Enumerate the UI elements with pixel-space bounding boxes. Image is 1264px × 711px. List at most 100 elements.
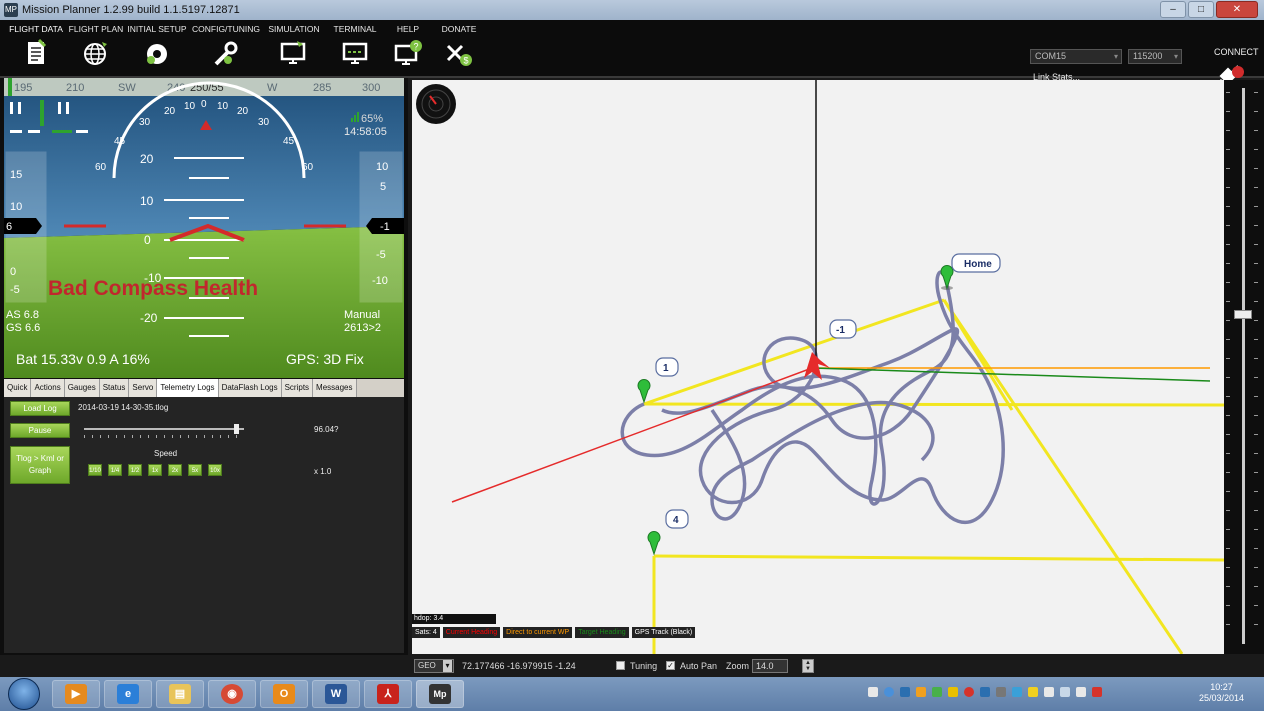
menu-simulation[interactable]: SIMULATION xyxy=(264,24,324,76)
tray-icon[interactable] xyxy=(884,687,894,697)
speed-label: Speed xyxy=(154,449,178,458)
taskbar-clock[interactable]: 10:27 25/03/2014 xyxy=(1199,682,1244,704)
roll-label: 0 xyxy=(201,99,207,110)
tab-status[interactable]: Status xyxy=(99,379,130,397)
tray-icon[interactable] xyxy=(932,687,942,697)
speed-button[interactable]: 2x xyxy=(168,464,182,476)
taskbar-chrome[interactable]: ◉ xyxy=(208,680,256,708)
start-orb-icon[interactable] xyxy=(8,678,40,710)
volume-icon[interactable] xyxy=(1092,687,1102,697)
zoom-stepper[interactable]: ▲ ▼ xyxy=(802,659,814,673)
heading-label: 285 xyxy=(313,82,331,94)
menu-config-tuning[interactable]: CONFIG/TUNING xyxy=(192,24,260,76)
taskbar-file-explorer[interactable]: ▤ xyxy=(156,680,204,708)
taskbar-media-player[interactable]: ▶ xyxy=(52,680,100,708)
menu-terminal[interactable]: TERMINAL xyxy=(330,24,380,76)
taskbar-acrobat[interactable]: ⅄ xyxy=(364,680,412,708)
waypoint-marker-4[interactable]: 4 xyxy=(647,509,689,556)
battery-icon[interactable] xyxy=(1060,687,1070,697)
menu-flight-plan-label: FLIGHT PLAN xyxy=(68,24,124,34)
zoom-slider-thumb[interactable] xyxy=(1234,310,1252,319)
menu-flight-plan[interactable]: FLIGHT PLAN xyxy=(68,24,124,76)
load-log-button[interactable]: Load Log xyxy=(10,401,70,416)
clock-time: 10:27 xyxy=(1210,682,1233,692)
map-view[interactable]: Home 1 -1 4 hdop: 3.4 Sats: 4 Current He… xyxy=(412,80,1224,654)
speed-label: -5 xyxy=(10,284,20,296)
roll-label: 10 xyxy=(184,101,196,112)
map-status-bar: GEO ▾ 72.177466 -16.979915 -1.24 Tuning … xyxy=(408,655,1264,677)
tray-icon[interactable] xyxy=(996,687,1006,697)
taskbar-word[interactable]: W xyxy=(312,680,360,708)
tray-icon[interactable] xyxy=(948,687,958,697)
speed-button[interactable]: 1/10 xyxy=(88,464,102,476)
playback-position: 96.04? xyxy=(314,425,339,434)
menu-donate[interactable]: DONATE $ xyxy=(436,24,482,76)
speed-button[interactable]: 10x xyxy=(208,464,222,476)
playback-slider-thumb[interactable] xyxy=(234,424,240,434)
tab-messages[interactable]: Messages xyxy=(313,379,357,397)
tray-icon[interactable] xyxy=(980,687,990,697)
minimize-button[interactable]: – xyxy=(1160,1,1186,18)
main-menu-bar: FLIGHT DATA FLIGHT PLAN INITIAL SETUP CO… xyxy=(0,20,1264,90)
taskbar-outlook[interactable]: O xyxy=(260,680,308,708)
roll-label: 60 xyxy=(302,162,314,173)
baud-rate-select[interactable]: 115200 ▾ xyxy=(1128,49,1182,64)
pause-button[interactable]: Pause xyxy=(10,423,70,438)
simulation-icon xyxy=(280,41,306,64)
tray-icon[interactable] xyxy=(1028,687,1038,697)
waypoint-distance: 2613>2 xyxy=(344,322,381,334)
speed-button[interactable]: 5x xyxy=(188,464,202,476)
map-canvas: Home 1 -1 4 xyxy=(416,80,1224,654)
network-icon[interactable] xyxy=(1076,687,1086,697)
acrobat-icon: ⅄ xyxy=(377,684,399,704)
tray-icon[interactable] xyxy=(1012,687,1022,697)
hdop-readout: hdop: 3.4 xyxy=(412,614,496,624)
menu-flight-data[interactable]: FLIGHT DATA xyxy=(6,24,66,76)
tray-icon[interactable] xyxy=(964,687,974,697)
menu-terminal-label: TERMINAL xyxy=(333,24,377,34)
tab-scripts[interactable]: Scripts xyxy=(281,379,314,397)
taskbar-internet-explorer[interactable]: e xyxy=(104,680,152,708)
tab-telemetry-logs[interactable]: Telemetry Logs xyxy=(157,379,219,397)
tray-icon[interactable] xyxy=(916,687,926,697)
auto-pan-checkbox[interactable]: ✓ xyxy=(666,661,675,670)
altitude-label: 5 xyxy=(380,181,386,193)
maximize-button[interactable]: □ xyxy=(1188,1,1214,18)
tray-icon[interactable] xyxy=(900,687,910,697)
altitude-label: -10 xyxy=(372,275,388,287)
tlog-to-kml-button[interactable]: Tlog > Kml or Graph xyxy=(10,446,70,484)
playback-slider-track[interactable] xyxy=(84,428,244,430)
system-tray xyxy=(868,687,1158,701)
com-port-select[interactable]: COM15 ▾ xyxy=(1030,49,1122,64)
speed-button[interactable]: 1x xyxy=(148,464,162,476)
speed-button[interactable]: 1/2 xyxy=(128,464,142,476)
hud-time: 14:58:05 xyxy=(344,126,387,138)
tab-gauges[interactable]: Gauges xyxy=(64,379,100,397)
tab-actions[interactable]: Actions xyxy=(31,379,65,397)
coord-mode-select[interactable]: GEO ▾ xyxy=(414,659,454,673)
tuning-checkbox[interactable] xyxy=(616,661,625,670)
tab-dataflash-logs[interactable]: DataFlash Logs xyxy=(218,379,282,397)
connect-label: CONNECT xyxy=(1214,47,1259,57)
tab-quick[interactable]: Quick xyxy=(4,379,32,397)
menu-initial-setup[interactable]: INITIAL SETUP xyxy=(126,24,188,76)
close-button[interactable]: ✕ xyxy=(1216,1,1258,18)
waypoint-marker-current[interactable]: -1 xyxy=(829,319,857,339)
roll-label: 45 xyxy=(114,136,126,147)
pitch-label: 0 xyxy=(144,233,151,247)
flag-icon[interactable] xyxy=(1044,687,1054,697)
waypoint-marker-home[interactable]: Home xyxy=(940,253,1001,290)
zoom-slider-track[interactable] xyxy=(1242,88,1245,644)
taskbar-mission-planner[interactable]: Mp xyxy=(416,680,464,708)
altitude-current: -1 xyxy=(380,221,390,233)
tab-servo[interactable]: Servo xyxy=(129,379,158,397)
menu-help[interactable]: HELP ? xyxy=(386,24,430,76)
legend-gps-track: GPS Track (Black) xyxy=(631,627,696,638)
speed-button[interactable]: 1/4 xyxy=(108,464,122,476)
auto-pan-label: Auto Pan xyxy=(680,661,718,671)
window-controls: – □ ✕ xyxy=(1160,1,1258,18)
tray-icon[interactable] xyxy=(868,687,878,697)
speed-label: 15 xyxy=(10,169,22,181)
speed-current: 6 xyxy=(6,221,12,233)
zoom-input[interactable]: 14.0 xyxy=(752,659,788,673)
